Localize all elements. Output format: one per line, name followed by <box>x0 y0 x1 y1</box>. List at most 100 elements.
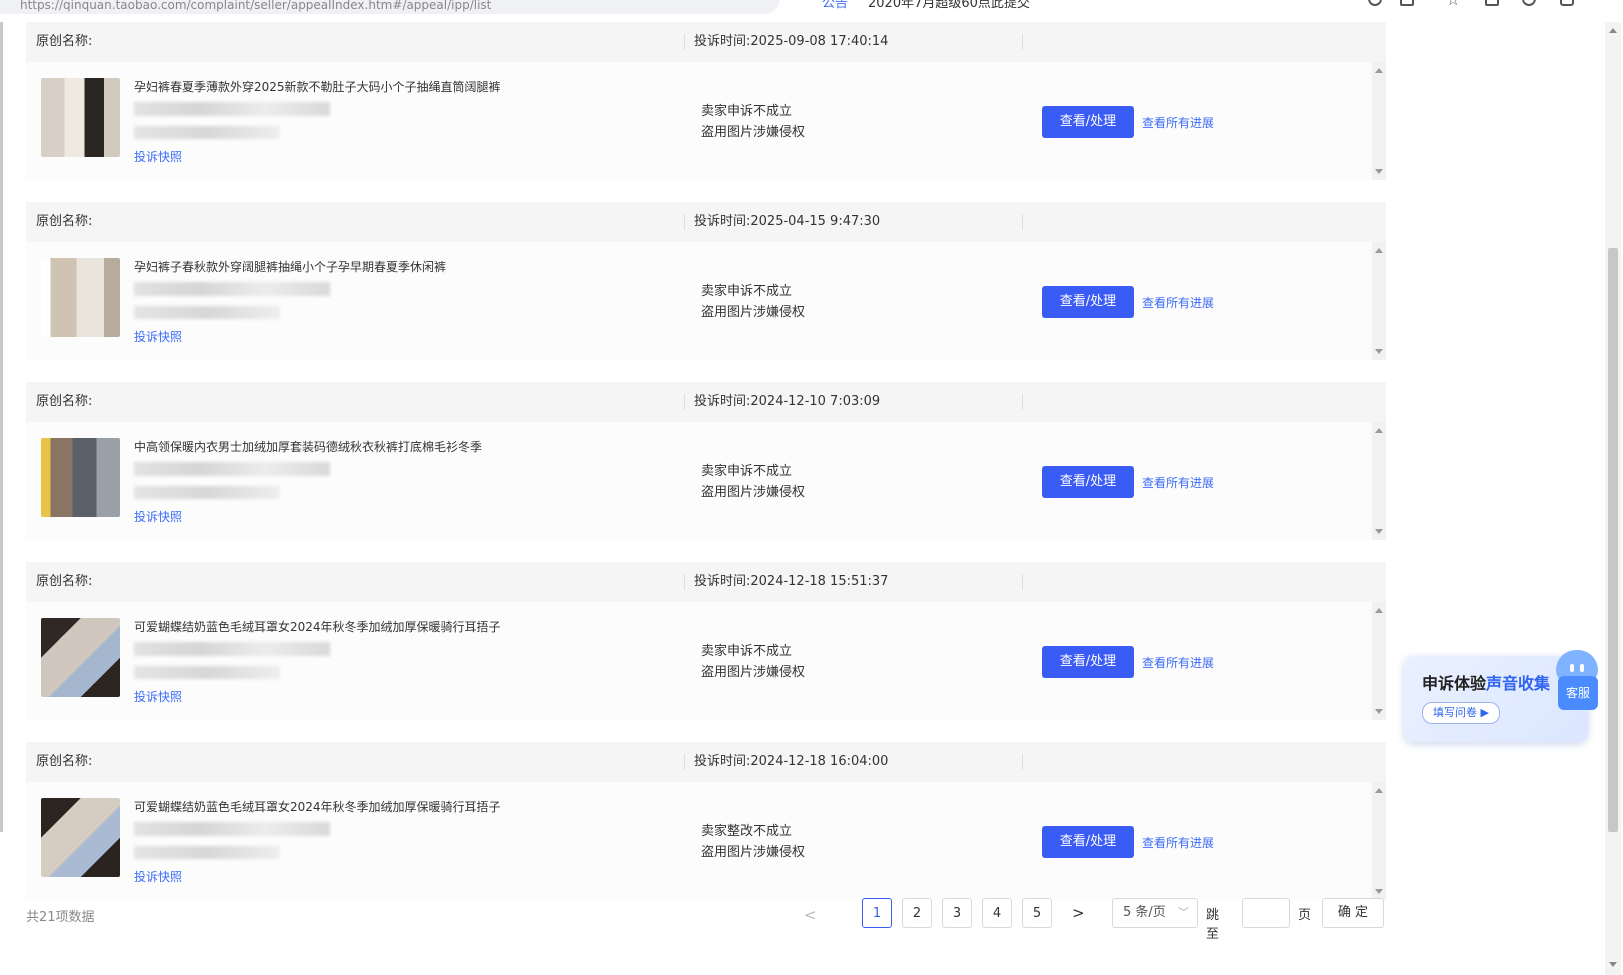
collection-icon[interactable] <box>1485 0 1499 6</box>
account-icon[interactable] <box>1522 0 1536 6</box>
product-name: 可爱蝴蝶结奶蓝色毛绒耳罩女2024年秋冬季加绒加厚保暖骑行耳捂子 <box>134 620 501 634</box>
view-progress-link[interactable]: 查看所有进展 <box>1142 834 1214 851</box>
appeal-result: 卖家申诉不成立 <box>701 644 793 659</box>
view-handle-button[interactable]: 查看/处理 <box>1042 106 1134 138</box>
scroll-down-icon[interactable] <box>1375 709 1383 714</box>
record-header: 原创名称: 投诉时间:2025-04-15 9:47:30 <box>26 202 1386 242</box>
address-bar[interactable]: https://qinquan.taobao.com/complaint/sel… <box>0 0 780 14</box>
redacted-complaint-id <box>134 822 330 836</box>
scroll-up-icon[interactable] <box>1375 788 1383 793</box>
complaint-reason: 盗用图片涉嫌侵权 <box>701 665 806 680</box>
record-status: 卖家申诉不成立 盗用图片涉嫌侵权 <box>701 461 805 503</box>
record-status: 卖家整改不成立 盗用图片涉嫌侵权 <box>701 821 805 863</box>
redacted-violation-info <box>134 126 280 139</box>
original-name-label: 原创名称: <box>36 394 93 409</box>
view-handle-button[interactable]: 查看/处理 <box>1042 646 1134 678</box>
page-unit-label: 页 <box>1298 908 1312 923</box>
complaint-snapshot-link[interactable]: 投诉快照 <box>134 688 182 705</box>
page-1-button[interactable]: 1 <box>862 898 892 928</box>
scroll-down-icon[interactable] <box>1375 169 1383 174</box>
scroll-up-icon[interactable] <box>1609 28 1617 33</box>
jump-page-input[interactable] <box>1242 898 1290 928</box>
redacted-complaint-id <box>134 102 330 116</box>
complaint-snapshot-link[interactable]: 投诉快照 <box>134 508 182 525</box>
info-icon[interactable] <box>1368 0 1382 6</box>
page-2-button[interactable]: 2 <box>902 898 932 928</box>
service-label: 客服 <box>1558 676 1598 710</box>
view-progress-link[interactable]: 查看所有进展 <box>1142 654 1214 671</box>
complaint-snapshot-link[interactable]: 投诉快照 <box>134 868 182 885</box>
complaint-snapshot-link[interactable]: 投诉快照 <box>134 148 182 165</box>
product-thumb-icon[interactable] <box>41 78 120 157</box>
view-progress-link[interactable]: 查看所有进展 <box>1142 474 1214 491</box>
feedback-icon[interactable] <box>1560 0 1574 6</box>
scrollbar-thumb[interactable] <box>1608 248 1618 832</box>
page-4-button[interactable]: 4 <box>982 898 1012 928</box>
record-body: 孕妇裤子春秋款外穿阔腿裤抽绳小个子孕早期春夏季休闲裤 投诉快照 卖家申诉不成立 … <box>26 242 1386 360</box>
original-name-label: 原创名称: <box>36 754 93 769</box>
record-scrollbar[interactable] <box>1372 782 1386 900</box>
redacted-complaint-id <box>134 282 330 296</box>
jump-label: 跳至 <box>1206 908 1220 942</box>
header-divider <box>1022 394 1023 410</box>
product-thumb-icon[interactable] <box>41 798 120 877</box>
product-name: 可爱蝴蝶结奶蓝色毛绒耳罩女2024年秋冬季加绒加厚保暖骑行耳捂子 <box>134 800 501 814</box>
scroll-down-icon[interactable] <box>1375 889 1383 894</box>
complaint-reason: 盗用图片涉嫌侵权 <box>701 125 806 140</box>
header-divider <box>684 214 685 230</box>
product-name: 中高领保暖内衣男士加绒加厚套装码德绒秋衣秋裤打底棉毛衫冬季 <box>134 440 483 454</box>
record-status: 卖家申诉不成立 盗用图片涉嫌侵权 <box>701 641 805 683</box>
complaint-time: 投诉时间:2024-12-10 7:03:09 <box>694 394 881 409</box>
page-3-button[interactable]: 3 <box>942 898 972 928</box>
page-size-value: 5 条/页 <box>1123 905 1166 920</box>
redacted-violation-info <box>134 486 280 499</box>
redacted-violation-info <box>134 306 280 319</box>
complaint-reason: 盗用图片涉嫌侵权 <box>701 485 806 500</box>
complaint-time: 投诉时间:2024-12-18 15:51:37 <box>694 574 889 589</box>
complaint-reason: 盗用图片涉嫌侵权 <box>701 845 806 860</box>
fill-survey-button[interactable]: 填写问卷 ▶ <box>1422 702 1500 724</box>
record-scrollbar[interactable] <box>1372 602 1386 720</box>
original-name-label: 原创名称: <box>36 214 93 229</box>
scroll-down-icon[interactable] <box>1375 529 1383 534</box>
scroll-down-icon[interactable] <box>1375 349 1383 354</box>
view-progress-link[interactable]: 查看所有进展 <box>1142 294 1214 311</box>
view-handle-button[interactable]: 查看/处理 <box>1042 826 1134 858</box>
redacted-complaint-id <box>134 462 330 476</box>
prev-page-button[interactable]: < <box>804 906 817 924</box>
record-body: 可爱蝴蝶结奶蓝色毛绒耳罩女2024年秋冬季加绒加厚保暖骑行耳捂子 投诉快照 卖家… <box>26 602 1386 720</box>
record-scrollbar[interactable] <box>1372 62 1386 180</box>
header-divider <box>1022 754 1023 770</box>
complaint-time: 投诉时间:2024-12-18 16:04:00 <box>694 754 889 769</box>
view-handle-button[interactable]: 查看/处理 <box>1042 466 1134 498</box>
product-thumb-icon[interactable] <box>41 258 120 337</box>
record-header: 原创名称: 投诉时间:2024-12-10 7:03:09 <box>26 382 1386 422</box>
scroll-up-icon[interactable] <box>1375 608 1383 613</box>
page-size-select[interactable]: 5 条/页 ﹀ <box>1112 898 1198 928</box>
star-icon[interactable]: ☆ <box>1446 0 1460 9</box>
product-thumb-icon[interactable] <box>41 438 120 517</box>
scroll-up-icon[interactable] <box>1375 428 1383 433</box>
next-page-button[interactable]: > <box>1072 904 1085 922</box>
complaint-time: 投诉时间:2025-04-15 9:47:30 <box>694 214 881 229</box>
complaint-time: 投诉时间:2025-09-08 17:40:14 <box>694 34 889 49</box>
view-handle-button[interactable]: 查看/处理 <box>1042 286 1134 318</box>
jump-confirm-button[interactable]: 确 定 <box>1322 898 1384 928</box>
scroll-down-icon[interactable] <box>1609 962 1617 967</box>
notice-text[interactable]: 2020年7月超级60点此提交 <box>868 0 1030 11</box>
view-progress-link[interactable]: 查看所有进展 <box>1142 114 1214 131</box>
product-thumb-icon[interactable] <box>41 618 120 697</box>
record-scrollbar[interactable] <box>1372 242 1386 360</box>
header-divider <box>684 574 685 590</box>
product-name: 孕妇裤子春秋款外穿阔腿裤抽绳小个子孕早期春夏季休闲裤 <box>134 260 447 274</box>
page-scrollbar[interactable] <box>1605 22 1621 975</box>
left-panel-edge <box>0 22 3 832</box>
page-5-button[interactable]: 5 <box>1022 898 1052 928</box>
copy-icon[interactable] <box>1400 0 1414 6</box>
scroll-up-icon[interactable] <box>1375 248 1383 253</box>
complaint-snapshot-link[interactable]: 投诉快照 <box>134 328 182 345</box>
record-scrollbar[interactable] <box>1372 422 1386 540</box>
customer-service-button[interactable]: 客服 <box>1556 650 1598 712</box>
scroll-up-icon[interactable] <box>1375 68 1383 73</box>
header-divider <box>1022 214 1023 230</box>
